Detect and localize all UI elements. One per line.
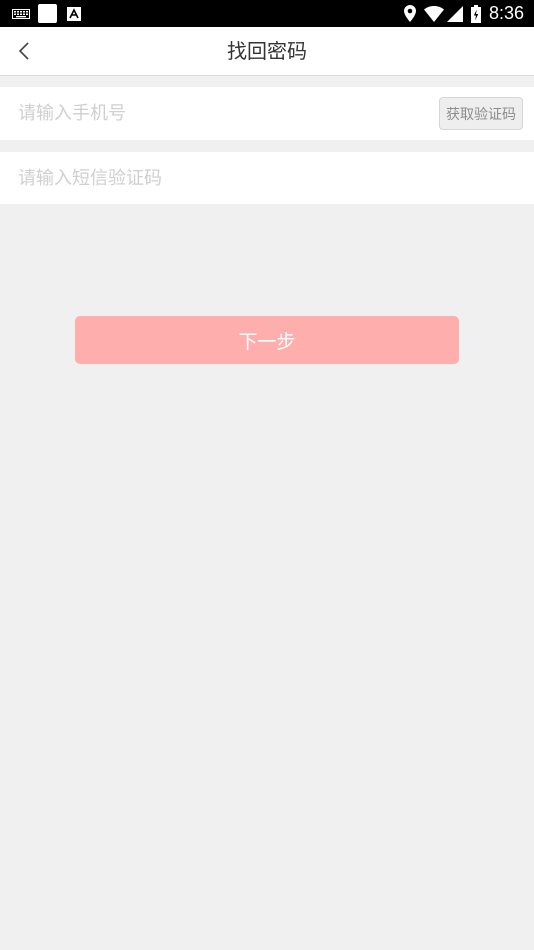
battery-icon [470,4,481,23]
back-button[interactable] [6,33,42,69]
status-bar: 8:36 [0,0,534,27]
status-time: 8:36 [488,3,524,23]
page-title: 找回密码 [227,39,307,63]
chevron-left-icon [18,41,30,61]
signal-icon [446,5,463,22]
app-header: 找回密码 [0,27,534,76]
status-left-icons [12,4,81,23]
phone-input[interactable] [18,87,418,140]
wifi-icon [423,5,444,22]
blank-notification-icon [38,4,57,23]
sms-code-input[interactable] [18,152,518,204]
status-right-icons: 8:36 [403,0,524,27]
a-badge-icon [67,6,81,21]
keyboard-icon [12,8,30,20]
get-code-button[interactable]: 获取验证码 [439,97,523,130]
sms-code-row [0,152,534,204]
location-icon [403,5,416,22]
next-step-button[interactable]: 下一步 [75,316,459,364]
